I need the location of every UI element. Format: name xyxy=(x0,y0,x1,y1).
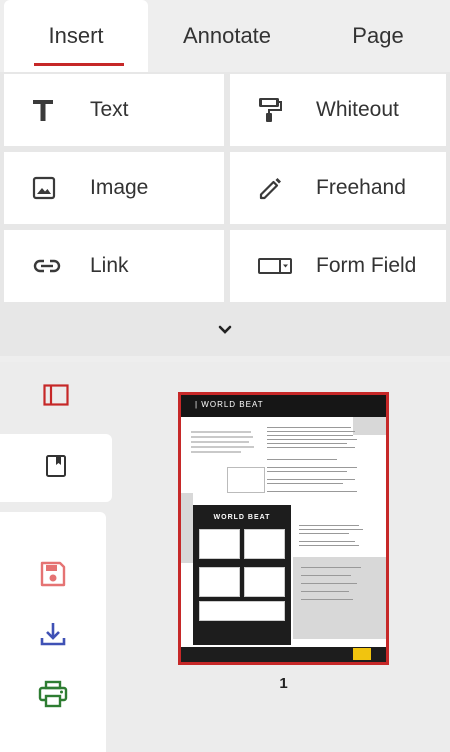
preview-text xyxy=(301,583,357,584)
preview-card xyxy=(244,567,285,597)
bookmarks-button[interactable] xyxy=(0,434,112,502)
preview-text xyxy=(267,467,357,468)
print-icon xyxy=(38,680,68,713)
document-area: | WORLD BEAT WORLD BEAT 1 xyxy=(0,362,450,752)
preview-card xyxy=(199,529,240,559)
toggle-sidebar-button[interactable] xyxy=(0,362,112,432)
print-button[interactable] xyxy=(0,666,106,726)
image-tool-button[interactable]: Image xyxy=(4,152,224,224)
insert-tools-panel: Text Whiteout Image Freehand Link Form F… xyxy=(0,72,450,356)
preview-text xyxy=(191,436,253,438)
tab-bar: Insert Annotate Page xyxy=(0,0,450,72)
preview-text xyxy=(191,446,254,448)
preview-text xyxy=(267,431,355,432)
left-sidebar xyxy=(0,362,112,752)
sidebar-panel-icon xyxy=(43,383,69,411)
link-tool-label: Link xyxy=(90,254,129,277)
image-tool-label: Image xyxy=(90,176,149,199)
image-icon xyxy=(32,176,82,200)
preview-text xyxy=(267,483,343,484)
preview-text xyxy=(299,541,355,542)
pencil-icon xyxy=(258,175,308,201)
preview-text xyxy=(267,471,347,472)
active-tab-indicator xyxy=(34,63,124,66)
preview-block xyxy=(181,493,193,563)
preview-block xyxy=(353,417,386,435)
bookmark-icon xyxy=(45,454,67,483)
preview-card xyxy=(199,601,285,621)
file-actions xyxy=(0,512,106,752)
form-field-tool-label: Form Field xyxy=(316,254,417,277)
preview-text xyxy=(301,575,351,576)
preview-text xyxy=(267,459,337,460)
preview-text xyxy=(267,427,351,428)
preview-text xyxy=(301,599,353,600)
preview-text xyxy=(191,431,251,433)
thumbnail-inner-title: WORLD BEAT xyxy=(213,514,271,521)
tab-annotate-label: Annotate xyxy=(182,23,272,48)
text-tool-button[interactable]: Text xyxy=(4,74,224,146)
freehand-tool-label: Freehand xyxy=(316,176,406,199)
form-field-tool-button[interactable]: Form Field xyxy=(230,230,446,302)
save-icon xyxy=(39,560,67,593)
preview-card xyxy=(244,529,285,559)
preview-text xyxy=(299,525,359,526)
preview-card xyxy=(199,567,240,597)
preview-block xyxy=(293,557,386,639)
whiteout-tool-button[interactable]: Whiteout xyxy=(230,74,446,146)
preview-text xyxy=(267,479,355,480)
preview-text xyxy=(267,443,347,444)
chevron-down-icon xyxy=(218,322,232,340)
preview-text xyxy=(299,529,363,530)
download-button[interactable] xyxy=(0,606,106,666)
preview-text xyxy=(267,435,353,436)
freehand-tool-button[interactable]: Freehand xyxy=(230,152,446,224)
preview-text xyxy=(191,441,249,443)
tab-annotate[interactable]: Annotate xyxy=(154,0,300,72)
thumbnail-header-text: | WORLD BEAT xyxy=(195,400,264,409)
preview-text xyxy=(299,545,359,546)
link-icon xyxy=(32,258,82,274)
download-icon xyxy=(39,620,67,653)
preview-poster: WORLD BEAT xyxy=(193,505,291,645)
expand-tools-button[interactable] xyxy=(0,308,450,354)
preview-text xyxy=(191,451,241,453)
preview-text xyxy=(267,447,355,448)
preview-text xyxy=(301,591,349,592)
save-button[interactable] xyxy=(0,546,106,606)
preview-text xyxy=(267,439,357,440)
whiteout-tool-label: Whiteout xyxy=(316,98,399,121)
form-field-icon xyxy=(258,257,308,275)
text-icon xyxy=(32,98,82,122)
link-tool-button[interactable]: Link xyxy=(4,230,224,302)
preview-callout xyxy=(227,467,265,493)
tab-page[interactable]: Page xyxy=(310,0,446,72)
thumbnail-header: | WORLD BEAT xyxy=(181,395,386,417)
page-thumbnail[interactable]: | WORLD BEAT WORLD BEAT xyxy=(178,392,389,665)
preview-logo xyxy=(353,648,371,660)
page-number: 1 xyxy=(279,675,288,692)
preview-text xyxy=(301,567,361,568)
tab-insert-label: Insert xyxy=(48,23,104,48)
tab-page-label: Page xyxy=(352,23,404,48)
preview-text xyxy=(267,491,357,492)
paint-roller-icon xyxy=(258,97,308,123)
text-tool-label: Text xyxy=(90,98,129,121)
preview-text xyxy=(299,533,349,534)
tab-insert[interactable]: Insert xyxy=(4,0,148,72)
